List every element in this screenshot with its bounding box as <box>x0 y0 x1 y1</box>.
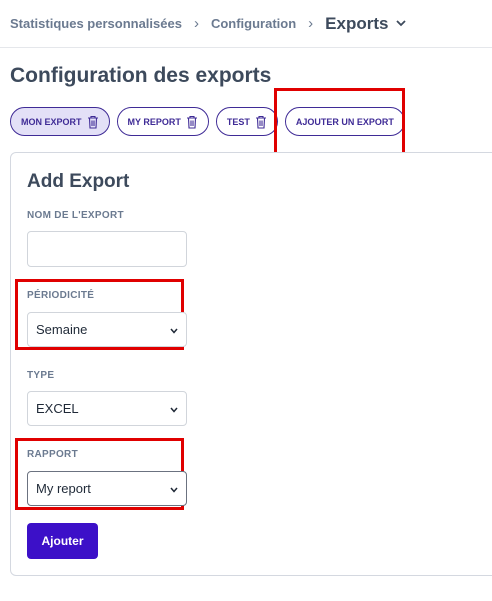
trash-icon[interactable] <box>255 115 267 129</box>
export-pill-label: MON EXPORT <box>21 116 82 127</box>
card-title: Add Export <box>27 171 130 192</box>
export-pill-test[interactable]: TEST <box>215 107 278 136</box>
report-value: My report <box>36 481 91 496</box>
periodicity-value: Semaine <box>36 322 88 337</box>
chevron-down-icon <box>170 322 178 337</box>
report-select[interactable]: My report <box>27 471 187 506</box>
report-label: RAPPORT <box>27 449 78 460</box>
breadcrumb-item-configuration[interactable]: Configuration <box>211 16 296 31</box>
breadcrumb: Statistiques personnalisées › Configurat… <box>0 0 492 48</box>
chevron-right-icon: › <box>193 15 199 32</box>
add-button[interactable]: Ajouter <box>27 523 98 559</box>
export-name-label: NOM DE L'EXPORT <box>27 210 124 221</box>
chevron-right-icon: › <box>308 15 314 32</box>
export-name-input[interactable] <box>27 231 187 267</box>
export-pill-label: TEST <box>226 116 250 127</box>
type-label: TYPE <box>27 370 55 381</box>
periodicity-label: PÉRIODICITÉ <box>27 290 95 301</box>
type-select[interactable]: EXCEL <box>27 391 187 426</box>
breadcrumb-current[interactable]: Exports <box>325 14 388 34</box>
chevron-down-icon[interactable] <box>396 20 407 27</box>
highlight-box <box>274 88 405 157</box>
export-pill-mon-export[interactable]: MON EXPORT <box>10 107 110 136</box>
export-pill-label: MY REPORT <box>127 116 181 127</box>
trash-icon[interactable] <box>186 115 198 129</box>
breadcrumb-item-statistiques[interactable]: Statistiques personnalisées <box>10 16 182 31</box>
periodicity-select[interactable]: Semaine <box>27 312 187 347</box>
page-title: Configuration des exports <box>10 64 272 87</box>
type-value: EXCEL <box>36 401 79 416</box>
chevron-down-icon <box>170 401 178 416</box>
chevron-down-icon <box>170 481 178 496</box>
export-pill-my-report[interactable]: MY REPORT <box>116 107 209 136</box>
trash-icon[interactable] <box>87 115 99 129</box>
